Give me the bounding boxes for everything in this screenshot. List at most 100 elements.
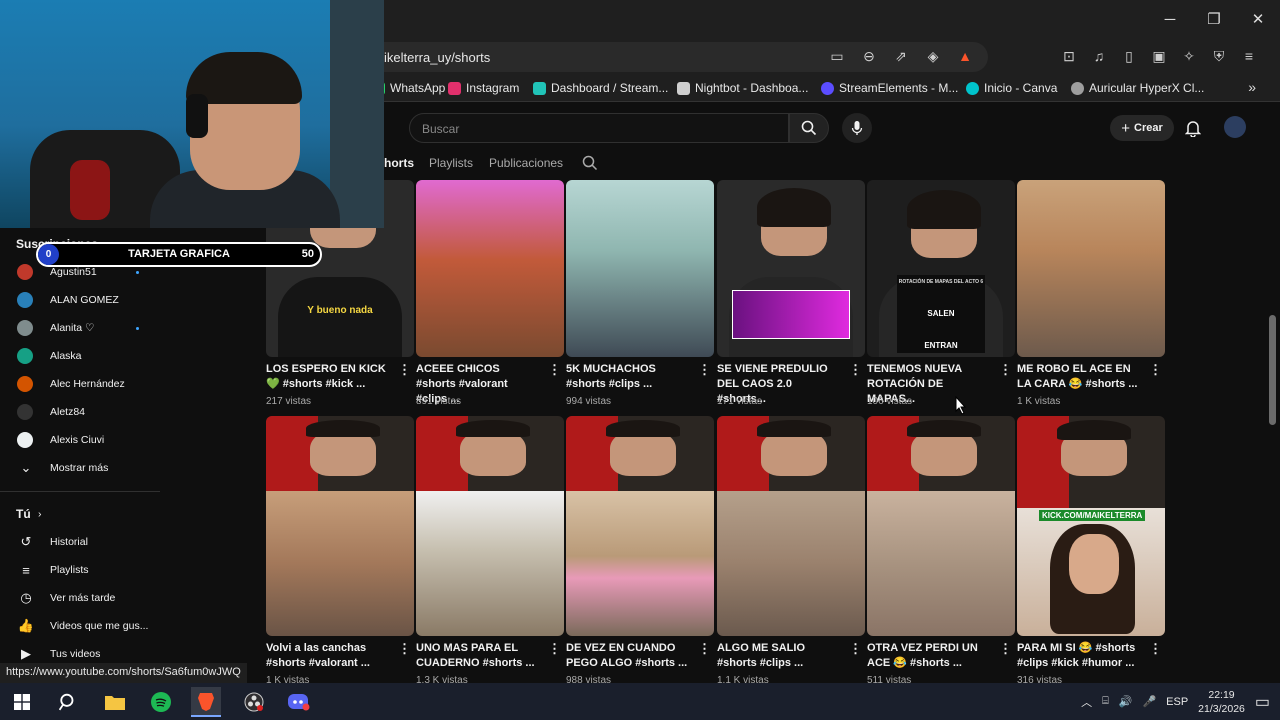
cast-icon[interactable]: ▭ <box>828 48 846 65</box>
short-thumbnail[interactable]: ROTACIÓN DE MAPAS DEL ACTO 6 SALEN ENTRAN <box>867 180 1015 357</box>
leo-ai-icon[interactable]: ✧ <box>1180 48 1198 65</box>
wallet-icon[interactable]: ▣ <box>1150 48 1168 65</box>
more-options-icon[interactable]: ⋮ <box>398 641 411 657</box>
more-options-icon[interactable]: ⋮ <box>999 362 1012 378</box>
more-options-icon[interactable]: ⋮ <box>698 641 711 657</box>
notification-center-icon[interactable]: ▭ <box>1255 692 1270 712</box>
clock[interactable]: 22:19 21/3/2026 <box>1198 688 1245 716</box>
short-title[interactable]: UNO MAS PARA EL CUADERNO #shorts ... <box>416 641 540 671</box>
bookmark-nightbot[interactable]: Nightbot - Dashboa... <box>677 81 808 95</box>
more-options-icon[interactable]: ⋮ <box>999 641 1012 657</box>
sidebar-item-alan-gomez[interactable]: ALAN GOMEZ <box>0 286 160 314</box>
short-title[interactable]: OTRA VEZ PERDI UN ACE 😂 #shorts ... <box>867 641 991 671</box>
sidebar-item-ver-mas-tarde[interactable]: ◷ Ver más tarde <box>0 584 160 612</box>
channel-search-icon[interactable] <box>582 155 598 171</box>
short-title[interactable]: 5K MUCHACHOS #shorts #clips ... <box>566 362 690 392</box>
more-options-icon[interactable]: ⋮ <box>1149 641 1162 657</box>
sidebar-item-historial[interactable]: ↺ Historial <box>0 528 160 556</box>
minimize-icon[interactable]: ─ <box>1148 0 1192 38</box>
obs-icon[interactable] <box>241 689 267 715</box>
page-scrollbar[interactable] <box>1266 180 1280 668</box>
you-section-header[interactable]: Tú › <box>0 500 160 528</box>
short-title[interactable]: ALGO ME SALIO #shorts #clips ... <box>717 641 841 671</box>
short-views: 891 vistas <box>416 396 462 407</box>
chevron-up-icon[interactable]: ︿ <box>1081 694 1092 710</box>
volume-icon[interactable]: 🔊 <box>1119 695 1133 708</box>
sidebar-item-alanita[interactable]: Alanita ♡ <box>0 314 160 342</box>
sidebar-item-alexis-ciuvi[interactable]: Alexis Ciuvi <box>0 426 160 454</box>
close-icon[interactable]: ✕ <box>1236 0 1280 38</box>
more-options-icon[interactable]: ⋮ <box>1149 362 1162 378</box>
short-thumbnail[interactable] <box>717 180 865 357</box>
bookmark-dashboard-stream[interactable]: Dashboard / Stream... <box>533 81 668 95</box>
short-views: 106 vistas <box>867 396 913 407</box>
short-title[interactable]: Volvi a las canchas #shorts #valorant ..… <box>266 641 390 671</box>
short-thumbnail[interactable] <box>416 416 564 636</box>
microphone-icon[interactable]: 🎤 <box>1142 695 1156 708</box>
search-input[interactable]: Buscar <box>409 113 789 143</box>
url-text[interactable]: ikelterra_uy/shorts <box>384 50 490 65</box>
brave-rewards-icon[interactable]: ▲ <box>956 48 974 65</box>
vpn-icon[interactable]: ⛨ <box>1210 48 1228 65</box>
more-options-icon[interactable]: ⋮ <box>548 362 561 378</box>
bookmarks-overflow-icon[interactable]: » <box>1248 79 1256 95</box>
media-icon[interactable]: ♫ <box>1090 48 1108 65</box>
short-thumbnail[interactable] <box>266 416 414 636</box>
menu-icon[interactable]: ≡ <box>1240 48 1258 65</box>
short-thumbnail[interactable] <box>566 416 714 636</box>
spotify-icon[interactable] <box>148 689 174 715</box>
share-icon[interactable]: ⇗ <box>892 48 910 65</box>
zoom-icon[interactable]: ⊖ <box>860 48 878 65</box>
bookmark-hyperx[interactable]: Auricular HyperX Cl... <box>1071 81 1204 95</box>
network-icon[interactable]: ⌸ <box>1102 695 1109 708</box>
language-indicator[interactable]: ESP <box>1166 696 1188 708</box>
url-field[interactable]: ikelterra_uy/shorts ▭ ⊖ ⇗ ◈ ▲ <box>370 42 988 72</box>
short-thumbnail[interactable] <box>566 180 714 357</box>
sidebar-item-aletz84[interactable]: Aletz84 <box>0 398 160 426</box>
tab-playlists[interactable]: Playlists <box>429 156 473 170</box>
show-more-button[interactable]: ⌄ Mostrar más <box>0 454 160 482</box>
brave-browser-icon[interactable] <box>191 687 221 717</box>
restore-icon[interactable]: ❐ <box>1192 0 1236 38</box>
short-title[interactable]: LOS ESPERO EN KICK 💚 #shorts #kick ... <box>266 362 390 392</box>
sidebar-item-videos-que-me-gustan[interactable]: 👍 Videos que me gus... <box>0 612 160 640</box>
short-title[interactable]: PARA MI SI 😂 #shorts #clips #kick #humor… <box>1017 641 1141 671</box>
mouse-cursor-icon <box>955 396 967 415</box>
brave-shield-icon[interactable]: ◈ <box>924 48 942 65</box>
sidebar-item-playlists[interactable]: ≡ Playlists <box>0 556 160 584</box>
more-options-icon[interactable]: ⋮ <box>548 641 561 657</box>
short-thumbnail[interactable] <box>416 180 564 357</box>
scrollbar-thumb[interactable] <box>1269 315 1276 425</box>
notifications-button[interactable] <box>1182 117 1204 139</box>
voice-search-button[interactable] <box>842 113 872 143</box>
short-title[interactable]: DE VEZ EN CUANDO PEGO ALGO #shorts ... <box>566 641 690 671</box>
short-thumbnail[interactable] <box>717 416 865 636</box>
search-button[interactable] <box>789 113 829 143</box>
clock-date: 21/3/2026 <box>1198 702 1245 715</box>
bookmark-canva[interactable]: Inicio - Canva <box>966 81 1057 95</box>
tab-shorts[interactable]: horts <box>384 156 414 170</box>
short-thumbnail[interactable] <box>1017 180 1165 357</box>
windows-start-icon[interactable] <box>9 689 35 715</box>
account-avatar[interactable] <box>1224 116 1246 138</box>
screenshot-icon[interactable]: ⊡ <box>1060 48 1078 65</box>
short-title[interactable]: ME ROBO EL ACE EN LA CARA 😂 #shorts ... <box>1017 362 1141 392</box>
taskbar-search-icon[interactable] <box>55 689 81 715</box>
more-options-icon[interactable]: ⋮ <box>849 641 862 657</box>
discord-icon[interactable] <box>286 689 312 715</box>
sidebar-divider <box>0 491 160 492</box>
tab-publicaciones[interactable]: Publicaciones <box>489 156 563 170</box>
bookmark-instagram[interactable]: Instagram <box>448 81 519 95</box>
short-thumbnail[interactable] <box>867 416 1015 636</box>
file-explorer-icon[interactable] <box>102 689 128 715</box>
sidebar-icon[interactable]: ▯ <box>1120 48 1138 65</box>
avatar <box>17 404 33 420</box>
short-thumbnail[interactable]: KICK.COM/MAIKELTERRA <box>1017 416 1165 636</box>
create-button[interactable]: + Crear <box>1110 115 1174 141</box>
sidebar-item-alaska[interactable]: Alaska <box>0 342 160 370</box>
more-options-icon[interactable]: ⋮ <box>849 362 862 378</box>
more-options-icon[interactable]: ⋮ <box>698 362 711 378</box>
more-options-icon[interactable]: ⋮ <box>398 362 411 378</box>
sidebar-item-alec-hernandez[interactable]: Alec Hernández <box>0 370 160 398</box>
bookmark-streamelements[interactable]: StreamElements - M... <box>821 81 958 95</box>
